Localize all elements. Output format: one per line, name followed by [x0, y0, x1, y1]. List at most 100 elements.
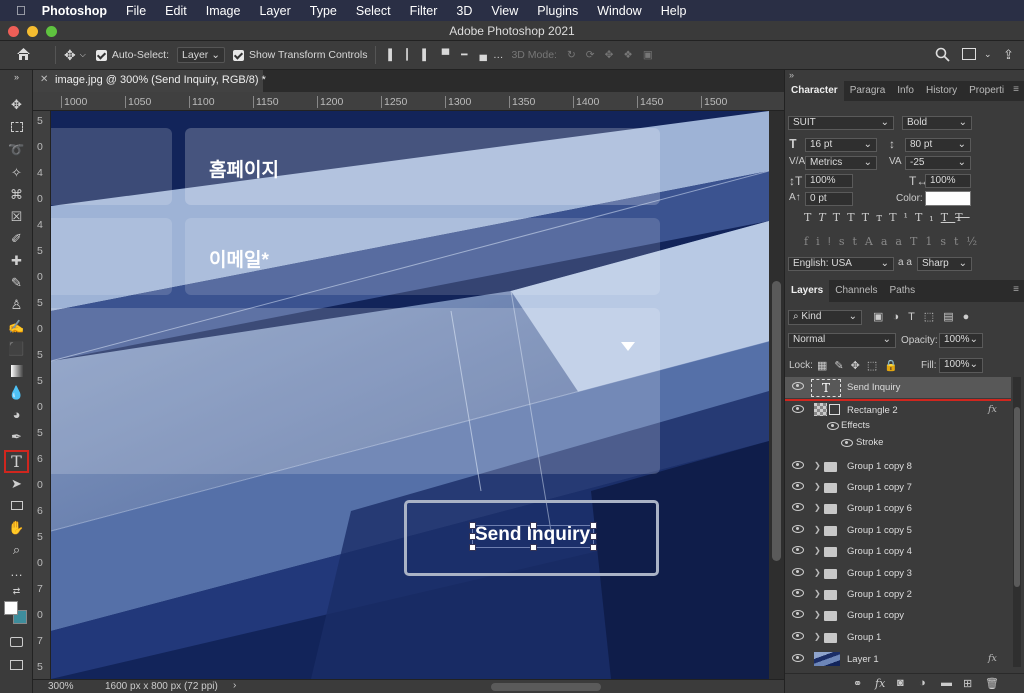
stylistic-icon[interactable]: A	[865, 235, 881, 248]
tab-layers[interactable]: Layers	[785, 280, 830, 302]
layer-row-group[interactable]: ❯ Group 1 copy 3	[785, 563, 1011, 584]
underline-icon[interactable]: T	[941, 211, 956, 224]
filter-shape-icon[interactable]: ⬚	[924, 311, 943, 323]
brush-tool-icon[interactable]: ✎	[6, 273, 27, 292]
panel-menu-icon[interactable]: ≡	[1013, 84, 1019, 95]
close-icon[interactable]: ✕	[40, 74, 48, 85]
vertical-scrollbar[interactable]	[769, 111, 784, 679]
move-tool-icon[interactable]: ✥	[6, 95, 27, 114]
filter-kind-select[interactable]: ⌕ Kind ⌄	[788, 310, 862, 325]
workspace-icon[interactable]	[962, 48, 976, 60]
titling-icon[interactable]: aa	[881, 235, 910, 248]
add-mask-icon[interactable]: ◙	[897, 677, 904, 689]
panel-menu-icon[interactable]: ≡	[1013, 284, 1019, 295]
visibility-eye-icon[interactable]	[792, 461, 804, 469]
zoom-level[interactable]: 300%	[48, 681, 74, 692]
search-icon[interactable]	[935, 47, 950, 65]
adjustment-layer-icon[interactable]: ◑	[919, 677, 926, 689]
language-select[interactable]: English: USA ⌄	[788, 257, 894, 271]
path-selection-icon[interactable]: ➤	[6, 474, 27, 493]
visibility-eye-icon[interactable]	[792, 589, 804, 597]
layer-row-send-inquiry[interactable]: T Send Inquiry	[785, 377, 1011, 401]
layer-row-group[interactable]: ❯ Group 1 copy 6	[785, 498, 1011, 519]
marquee-tool-icon[interactable]	[6, 117, 27, 136]
layer-effects-icon[interactable]: fx	[988, 404, 997, 415]
layer-effects-icon[interactable]: fx	[988, 653, 997, 664]
3d-orbit-icon[interactable]: ↻	[567, 49, 576, 61]
transform-handle[interactable]	[590, 544, 597, 551]
transform-handle[interactable]	[530, 522, 537, 529]
small-caps-icon[interactable]: Tт	[862, 211, 889, 224]
foreground-color-swatch[interactable]	[4, 601, 18, 615]
app-menu[interactable]: Photoshop	[42, 4, 107, 18]
chevron-right-icon[interactable]: ›	[233, 680, 236, 691]
menu-view[interactable]: View	[491, 4, 518, 18]
dodge-tool-icon[interactable]: ◕	[6, 405, 27, 424]
swash-icon[interactable]: st	[839, 235, 865, 248]
visibility-eye-icon[interactable]	[792, 654, 804, 662]
faux-bold-icon[interactable]: T	[804, 211, 818, 224]
quick-mask-icon[interactable]	[6, 632, 27, 651]
chevron-right-icon[interactable]: ❯	[814, 461, 821, 470]
swap-colors-icon[interactable]: ⇄	[6, 582, 27, 601]
history-brush-icon[interactable]: ✍	[6, 317, 27, 336]
lasso-tool-icon[interactable]: ➰	[6, 140, 27, 159]
collapse-panels-icon[interactable]: »	[789, 70, 794, 80]
fill-field[interactable]: 100% ⌄	[939, 358, 983, 373]
menu-select[interactable]: Select	[356, 4, 391, 18]
chevron-right-icon[interactable]: ❯	[814, 568, 821, 577]
layer-row-group[interactable]: ❯ Group 1 copy 8	[785, 456, 1011, 477]
lock-image-icon[interactable]: ✎	[834, 360, 850, 372]
transform-handle[interactable]	[469, 522, 476, 529]
ligatures-icon[interactable]: fi	[804, 235, 828, 248]
visibility-eye-icon[interactable]	[792, 405, 804, 413]
menu-3d[interactable]: 3D	[456, 4, 472, 18]
3d-roll-icon[interactable]: ⟳	[586, 49, 595, 61]
show-transform-checkbox[interactable]	[233, 49, 244, 61]
chevron-right-icon[interactable]: ❯	[814, 525, 821, 534]
chevron-right-icon[interactable]: ❯	[814, 546, 821, 555]
new-layer-icon[interactable]: ⊞	[963, 677, 972, 690]
link-layers-icon[interactable]: ⚭	[853, 677, 862, 690]
vertical-scale-field[interactable]: 100%	[805, 174, 853, 188]
align-left-icon[interactable]: ▐	[384, 49, 391, 61]
home-icon[interactable]	[16, 47, 31, 64]
layer-row-group[interactable]: ❯ Group 1 copy	[785, 605, 1011, 626]
font-family-select[interactable]: SUIT ⌄	[788, 116, 894, 130]
chevron-right-icon[interactable]: ❯	[814, 610, 821, 619]
align-bottom-icon[interactable]: ▄	[479, 49, 486, 61]
scroll-thumb[interactable]	[1014, 407, 1020, 587]
lock-all-icon[interactable]: 🔒	[884, 360, 905, 372]
leading-field[interactable]: 80 pt ⌄	[905, 138, 971, 152]
menu-window[interactable]: Window	[597, 4, 641, 18]
all-caps-icon[interactable]: TT	[833, 211, 862, 224]
chevron-right-icon[interactable]: ❯	[814, 482, 821, 491]
chevron-down-icon[interactable]: ⌄	[984, 49, 992, 60]
strikethrough-icon[interactable]: T	[955, 211, 969, 224]
frame-tool-icon[interactable]: ☒	[6, 207, 27, 226]
transform-handle[interactable]	[530, 544, 537, 551]
layer-row-group[interactable]: ❯ Group 1 copy 4	[785, 541, 1011, 562]
add-style-icon[interactable]: fx	[875, 677, 885, 690]
superscript-icon[interactable]: T¹	[889, 211, 915, 224]
filter-pixel-icon[interactable]: ▣	[873, 311, 892, 323]
eraser-tool-icon[interactable]: ⬛	[6, 339, 27, 358]
tab-properties[interactable]: Properti	[963, 81, 1010, 101]
document-tab[interactable]: ✕ image.jpg @ 300% (Send Inquiry, RGB/8)…	[33, 70, 266, 92]
auto-select-target-dropdown[interactable]: Layer ⌄	[177, 47, 225, 63]
type-tool-icon[interactable]: T	[4, 450, 29, 473]
visibility-eye-icon[interactable]	[792, 610, 804, 618]
faux-italic-icon[interactable]: T	[818, 211, 832, 224]
3d-pan-icon[interactable]: ✥	[605, 49, 614, 61]
transform-handle[interactable]	[469, 533, 476, 540]
text-bounding-box[interactable]: Send Inquiry	[469, 522, 597, 551]
layer-row-group[interactable]: ❯ Group 1 copy 5	[785, 520, 1011, 541]
tab-channels[interactable]: Channels	[829, 280, 883, 302]
font-style-select[interactable]: Bold ⌄	[902, 116, 972, 130]
new-group-icon[interactable]: ▬	[941, 677, 952, 689]
tab-paragraph[interactable]: Paragra	[844, 81, 892, 101]
text-color-swatch[interactable]	[925, 191, 971, 206]
layer-row-group[interactable]: ❯ Group 1 copy 7	[785, 477, 1011, 498]
tab-info[interactable]: Info	[891, 81, 920, 101]
eyedropper-icon[interactable]: ✐	[6, 229, 27, 248]
